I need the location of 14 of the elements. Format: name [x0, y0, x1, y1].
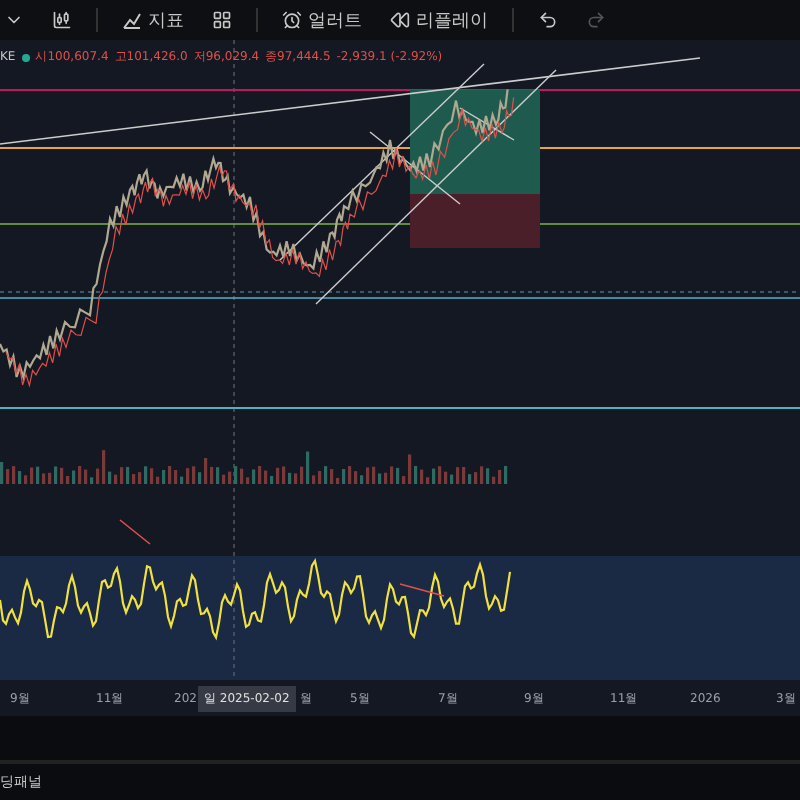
indicator-icon: [122, 10, 142, 30]
indicators-button[interactable]: 지표: [118, 2, 188, 38]
redo-icon: [586, 10, 606, 30]
divergence-line: [119, 519, 151, 545]
loss-zone: [410, 194, 540, 248]
undo-icon: [538, 10, 558, 30]
alarm-clock-icon: [282, 10, 302, 30]
rewind-icon: [390, 10, 410, 30]
divergence-line: [399, 583, 445, 597]
grid-icon: [212, 10, 232, 30]
alert-button[interactable]: 얼러트: [278, 2, 366, 38]
replay-button[interactable]: 리플레이: [386, 2, 492, 38]
status-dot: [21, 53, 30, 61]
candlestick-icon: [52, 10, 72, 30]
